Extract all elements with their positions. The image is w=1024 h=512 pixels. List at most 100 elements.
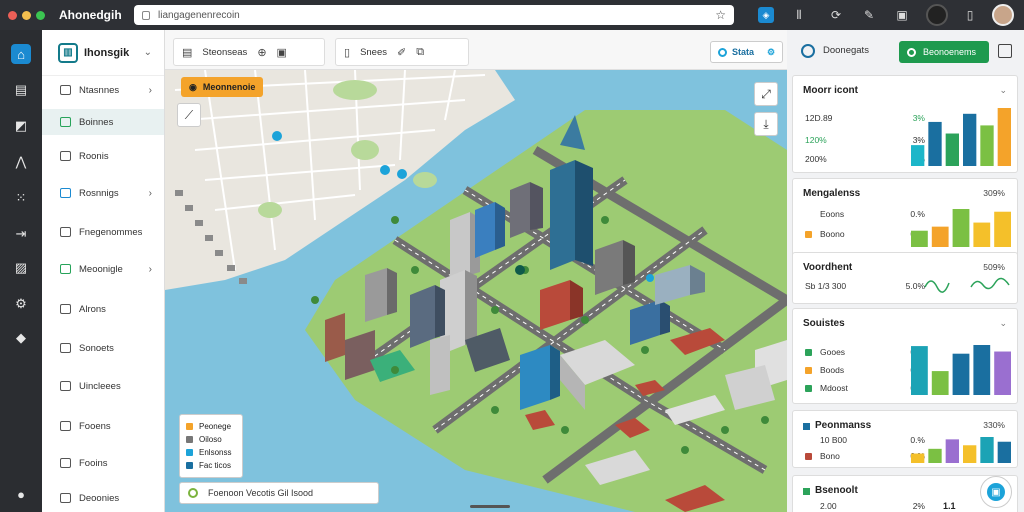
layers-icon[interactable]: ◆ (11, 328, 31, 348)
chevron-down-icon[interactable]: ⌄ (999, 85, 1007, 96)
login-icon[interactable]: ⇥ (11, 224, 31, 244)
lock-icon (142, 10, 150, 20)
save-icon[interactable]: ▣ (277, 46, 287, 59)
metric-label: Boono (820, 229, 845, 239)
bar (973, 345, 991, 395)
horizontal-scrollbar[interactable] (470, 505, 510, 508)
zoom-out-button[interactable]: ⤓ (754, 112, 778, 136)
view-label[interactable]: Steonseas (202, 47, 247, 58)
metric-row: Gooes0.% (805, 347, 925, 357)
sidebar-item[interactable]: Roonis (42, 143, 164, 169)
address-bar[interactable]: liangagenenrecoin ☆ (134, 5, 734, 25)
sidebar-item[interactable]: Fooins (42, 450, 164, 476)
card-title: Moorr icont (803, 85, 858, 96)
bar (911, 453, 925, 463)
bullet (805, 502, 812, 510)
avatar[interactable] (926, 4, 948, 26)
chevron-right-icon: › (148, 187, 152, 199)
map-legend: Peonege Oiloso Enlsonss Fac ticos (179, 414, 243, 478)
sidebar-item[interactable]: Sonoets (42, 335, 164, 361)
bar (911, 145, 925, 166)
sidebar-item[interactable]: Ntasnnes › (42, 77, 164, 103)
map-view[interactable]: ▤ Steonseas ⊕ ▣ ▯ Snees ✐ ⧉ ◉ Meonnenoie… (165, 30, 787, 512)
metric-label: 200% (805, 154, 827, 164)
measure-button[interactable]: ⟋ (177, 103, 201, 127)
state-button[interactable]: Stata ⚙ (710, 41, 784, 63)
bookmark-star-icon[interactable]: ☆ (715, 8, 726, 22)
pin-icon[interactable]: ✎ (860, 6, 878, 24)
metric-row: 2.00 2% (805, 501, 925, 511)
isometric-city-map[interactable] (165, 70, 787, 512)
sidebar-item[interactable]: Fooens (42, 413, 164, 439)
calendar-icon[interactable]: ▣ (893, 6, 911, 24)
home-icon[interactable]: ⌂ (11, 44, 31, 64)
tools-label[interactable]: Snees (360, 47, 387, 58)
sidebar-item-label: Deoonies (79, 492, 120, 504)
status-icon (188, 488, 198, 498)
item-icon (60, 458, 71, 468)
logo-icon: ▥ (58, 42, 78, 63)
sidebar: ▥ Ihonsgik ⌄ Ntasnnes › Boinnes Roonis Ro… (42, 30, 165, 512)
close-window-button[interactable] (8, 10, 17, 20)
metric-label: 12D.89 (805, 113, 833, 123)
notes-icon[interactable]: ▯ (961, 6, 979, 24)
action-button[interactable]: Beonoenems (899, 41, 989, 63)
sidebar-header[interactable]: ▥ Ihonsgik ⌄ (42, 30, 164, 76)
sidebar-item[interactable]: Deoonies (42, 485, 164, 511)
sidebar-item[interactable]: Uincleees (42, 373, 164, 399)
bar (994, 211, 1011, 247)
item-icon (60, 188, 71, 198)
item-icon (60, 421, 71, 431)
card-title: Peonmanss (815, 420, 872, 431)
sidebar-item[interactable]: Fnegenommes (42, 219, 164, 245)
legend-item: Fac ticos (186, 459, 236, 472)
info-icon[interactable]: ● (11, 484, 31, 504)
sidebar-item[interactable]: Meoonigle › (42, 256, 164, 282)
bar (963, 113, 977, 166)
item-icon (60, 227, 71, 237)
minimize-window-button[interactable] (22, 10, 31, 20)
zoom-in-button[interactable]: ⤢ (754, 82, 778, 106)
pen-icon[interactable]: ✐ (397, 46, 406, 59)
copy-icon[interactable]: ▯ (344, 46, 350, 59)
sort-icon[interactable]: ⫴ (790, 6, 808, 24)
map-toolbar: ▤ Steonseas ⊕ ▣ ▯ Snees ✐ ⧉ (165, 30, 787, 70)
status-text: Foenoon Vecotis Gil Isood (208, 488, 314, 498)
extension-icon[interactable]: ◈ (757, 6, 775, 24)
legend-label: Fac ticos (199, 461, 232, 470)
sidebar-item[interactable]: Rosnnigs › (42, 180, 164, 206)
metric-label: 2.00 (820, 501, 837, 511)
bar (945, 439, 959, 463)
sidebar-item[interactable]: Boinnes (42, 109, 164, 135)
panel-header-label[interactable]: Doonegats (823, 45, 869, 56)
chevron-down-icon[interactable]: ⌄ (999, 318, 1007, 329)
maximize-window-button[interactable] (36, 10, 45, 20)
legend-swatch (186, 423, 193, 430)
crosshair-icon[interactable]: ⊕ (257, 46, 266, 59)
bar (911, 230, 928, 247)
sidebar-item[interactable]: Alrons (42, 296, 164, 322)
image-icon[interactable]: ▨ (11, 258, 31, 278)
sidebar-item-label: Roonis (79, 150, 109, 162)
refresh-icon[interactable]: ⟳ (827, 6, 845, 24)
sidebar-item-label: Ntasnnes (79, 84, 120, 96)
metric-row: 10 B00 0.% (805, 435, 925, 445)
user-avatar[interactable] (992, 4, 1014, 26)
document-icon[interactable]: ▤ (182, 46, 192, 59)
grid-icon[interactable]: ⁙ (11, 188, 31, 208)
settings-icon[interactable]: ⚙ (767, 47, 775, 58)
card-title: Voordhent (803, 262, 853, 273)
bar (928, 121, 942, 166)
map-status-bar: Foenoon Vecotis Gil Isood (179, 482, 379, 504)
building-icon[interactable]: ▤ (11, 80, 31, 100)
navigate-icon[interactable]: ⋀ (11, 152, 31, 172)
card-header-value: 330% (983, 420, 1005, 430)
gear-icon[interactable]: ⚙ (11, 294, 31, 314)
more-icon[interactable] (998, 44, 1012, 58)
floating-action-button[interactable]: ▣ (980, 476, 1012, 508)
layer-chip[interactable]: ◉ Meonnenoie (181, 77, 264, 97)
chart-icon[interactable]: ◩ (11, 116, 31, 136)
chevron-down-icon[interactable]: ⌄ (144, 47, 152, 58)
duplicate-icon[interactable]: ⧉ (416, 46, 424, 59)
bar (980, 437, 994, 463)
